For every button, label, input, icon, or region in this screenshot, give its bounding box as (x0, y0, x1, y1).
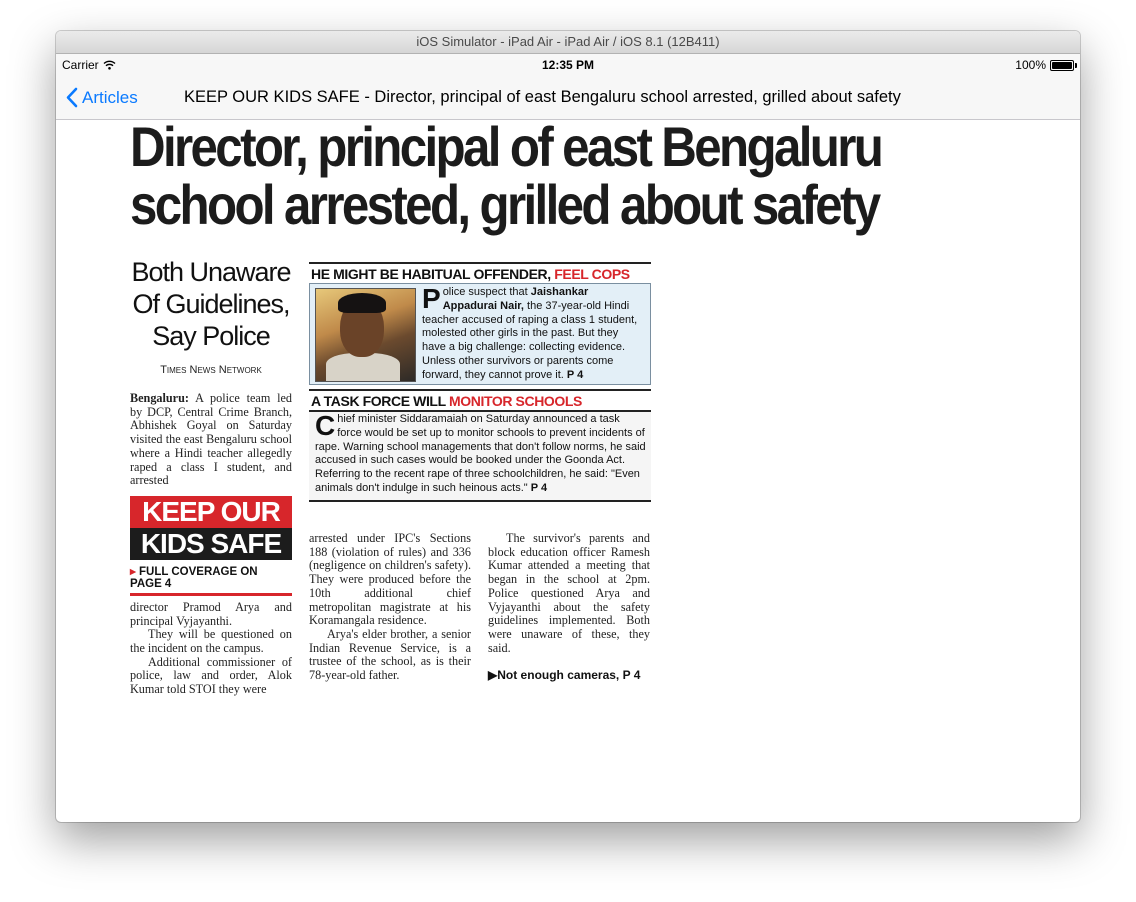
divider (130, 592, 292, 596)
continued-note: ▶Not enough cameras, P 4 (488, 668, 650, 682)
banner-line-2: KIDS SAFE (130, 527, 292, 560)
sidebar1-text: Police suspect that Jaishankar Appadurai… (422, 283, 644, 383)
column-1: Both Unaware Of Guidelines, Say Police T… (130, 256, 292, 697)
column-2: arrested under IPC's Sections 188 (viola… (309, 531, 471, 683)
status-bar: Carrier 12:35 PM 100% (56, 54, 1080, 76)
subhead-line-1: Both Unaware (131, 257, 291, 287)
subhead-line-3: Say Police (152, 321, 271, 351)
sidebar2-ref: P 4 (530, 481, 548, 494)
back-button[interactable]: Articles (66, 76, 138, 119)
status-time: 12:35 PM (541, 58, 595, 72)
triangle-right-icon: ▶ (488, 668, 498, 683)
col3-paragraph-1: The survivor's parents and block educati… (488, 531, 650, 655)
battery-indicator: 100% (1015, 54, 1077, 76)
window-title: iOS Simulator - iPad Air - iPad Air / iO… (416, 34, 720, 49)
back-button-label: Articles (82, 87, 138, 107)
col1-paragraph-2: They will be questioned on the incident … (130, 627, 292, 656)
col1-paragraph-3: Additional commissioner of police, law a… (130, 654, 292, 697)
banner-line-1: KEEP OUR (130, 495, 292, 528)
sidebar2-box: Chief minister Siddaramaiah on Saturday … (309, 410, 651, 502)
triangle-right-icon: ▸ (130, 565, 136, 578)
byline: Times News Network (160, 364, 262, 376)
coverage-note: ▸ FULL COVERAGE ON PAGE 4 (130, 564, 292, 590)
intro-paragraph: Bengaluru: A police team led by DCP, Cen… (130, 391, 293, 488)
sidebar1-ref: P 4 (566, 368, 584, 381)
intro-text: A police team led by DCP, Central Crime … (130, 391, 293, 488)
sidebar1-dropcap: P (422, 283, 441, 314)
sidebar2-dropcap: C (315, 410, 336, 441)
window-titlebar: iOS Simulator - iPad Air - iPad Air / iO… (56, 31, 1080, 54)
col2-paragraph-1: arrested under IPC's Sections 188 (viola… (309, 531, 471, 628)
suspect-photo (315, 288, 416, 382)
col2-paragraph-2: Arya's elder brother, a senior Indian Re… (309, 626, 471, 683)
sidebar1-text-a: olice suspect that (442, 286, 528, 298)
battery-label: 100% (1015, 58, 1046, 72)
navigation-bar: Articles KEEP OUR KIDS SAFE - Director, … (56, 76, 1080, 120)
sidebar1-heading-text: HE MIGHT BE HABITUAL OFFENDER, (311, 266, 551, 282)
sidebar2-heading-text: A TASK FORCE WILL (311, 393, 446, 409)
battery-icon (1050, 59, 1077, 71)
subhead-line-2: Of Guidelines, (132, 289, 290, 319)
sidebar2-heading: A TASK FORCE WILL MONITOR SCHOOLS (309, 389, 651, 410)
sidebar1-box: Police suspect that Jaishankar Appadurai… (309, 283, 651, 385)
column-3: The survivor's parents and block educati… (488, 531, 650, 682)
sidebar1-heading: HE MIGHT BE HABITUAL OFFENDER, FEEL COPS (309, 262, 651, 283)
headline-line-1: Director, principal of east Bengaluru (130, 115, 884, 178)
dateline: Bengaluru: (130, 391, 189, 405)
newspaper-clipping: Director, principal of east Bengaluru sc… (130, 115, 1022, 696)
headline-line-2: school arrested, grilled about safety (130, 173, 881, 236)
sidebar-column: HE MIGHT BE HABITUAL OFFENDER, FEEL COPS… (309, 262, 651, 682)
chevron-left-icon (66, 87, 78, 108)
sidebar2-heading-red: MONITOR SCHOOLS (449, 393, 582, 409)
sidebar2-text: hief minister Siddaramaiah on Saturday a… (315, 413, 646, 494)
coverage-text: FULL COVERAGE ON PAGE 4 (130, 565, 258, 590)
col1-paragraph-1: director Pramod Arya and principal Vyjay… (130, 599, 292, 628)
nav-title: KEEP OUR KIDS SAFE - Director, principal… (184, 88, 901, 106)
sidebar1-heading-red: FEEL COPS (554, 266, 630, 282)
simulator-window: iOS Simulator - iPad Air - iPad Air / iO… (56, 31, 1080, 822)
continued-text: Not enough cameras, P 4 (497, 668, 641, 683)
keep-our-kids-safe-banner: KEEP OUR KIDS SAFE (130, 495, 292, 560)
